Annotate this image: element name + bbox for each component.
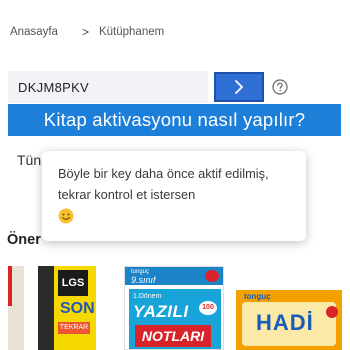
how-to-activate-banner[interactable]: Kitap aktivasyonu nasıl yapılır? [8, 104, 341, 136]
book-grade: 9.sınıf [131, 275, 156, 285]
book-yazili-notlari[interactable]: tonguç 9.sınıf 1.Dönem YAZILI 100 NOTLAR… [124, 266, 224, 350]
book-cover-lgs: LGS [58, 270, 88, 296]
chevron-right-icon [235, 80, 243, 94]
book-badge-dot [205, 270, 219, 282]
activation-row [8, 70, 338, 104]
book-cover-tekrar: TEKRAR [58, 322, 90, 334]
breadcrumb-current: Kütüphanem [98, 26, 165, 38]
book-term: 1.Dönem [133, 293, 162, 300]
book-dark-side [38, 266, 54, 350]
book-title-hadi: HADİ [256, 310, 314, 335]
activation-code-input[interactable] [8, 71, 208, 103]
book-top-bar: tonguç 9.sınıf [125, 267, 223, 285]
book-title-yazili: YAZILI [133, 302, 189, 321]
smiling-face-icon [58, 208, 74, 224]
book-main-cover: 1.Dönem YAZILI 100 NOTLARI [129, 289, 221, 349]
tooltip-message: Böyle bir key daha önce aktif edilmiş, t… [58, 166, 269, 202]
book-lgs-son-tekrar-spine[interactable] [8, 266, 24, 350]
error-tooltip: Böyle bir key daha önce aktif edilmiş, t… [42, 151, 306, 241]
question-circle-icon[interactable] [272, 79, 288, 95]
section-recommended-label: Öner [7, 232, 41, 248]
breadcrumb-separator: > [81, 25, 89, 39]
activate-button[interactable] [214, 72, 264, 102]
recommended-books-list: LGS SON TEKRAR tonguç 9.sınıf 1.Dönem YA… [0, 262, 350, 350]
book-badge-dot [326, 306, 338, 318]
book-inner-cover: HADİ [242, 302, 338, 346]
book-lgs-son-tekrar[interactable]: LGS SON TEKRAR [38, 266, 96, 350]
book-hadi[interactable]: tonguç HADİ [236, 290, 342, 350]
book-title-notlari: NOTLARI [135, 325, 211, 347]
section-all-label: Tün [17, 152, 42, 168]
book-cover-son: SON [60, 300, 95, 317]
book-brand: tonguç [244, 292, 271, 301]
book-spine-strip [8, 266, 12, 306]
breadcrumb: Anasayfa > Kütüphanem [10, 22, 164, 42]
breadcrumb-home-link[interactable]: Anasayfa [10, 26, 58, 38]
book-badge-100: 100 [199, 301, 217, 315]
